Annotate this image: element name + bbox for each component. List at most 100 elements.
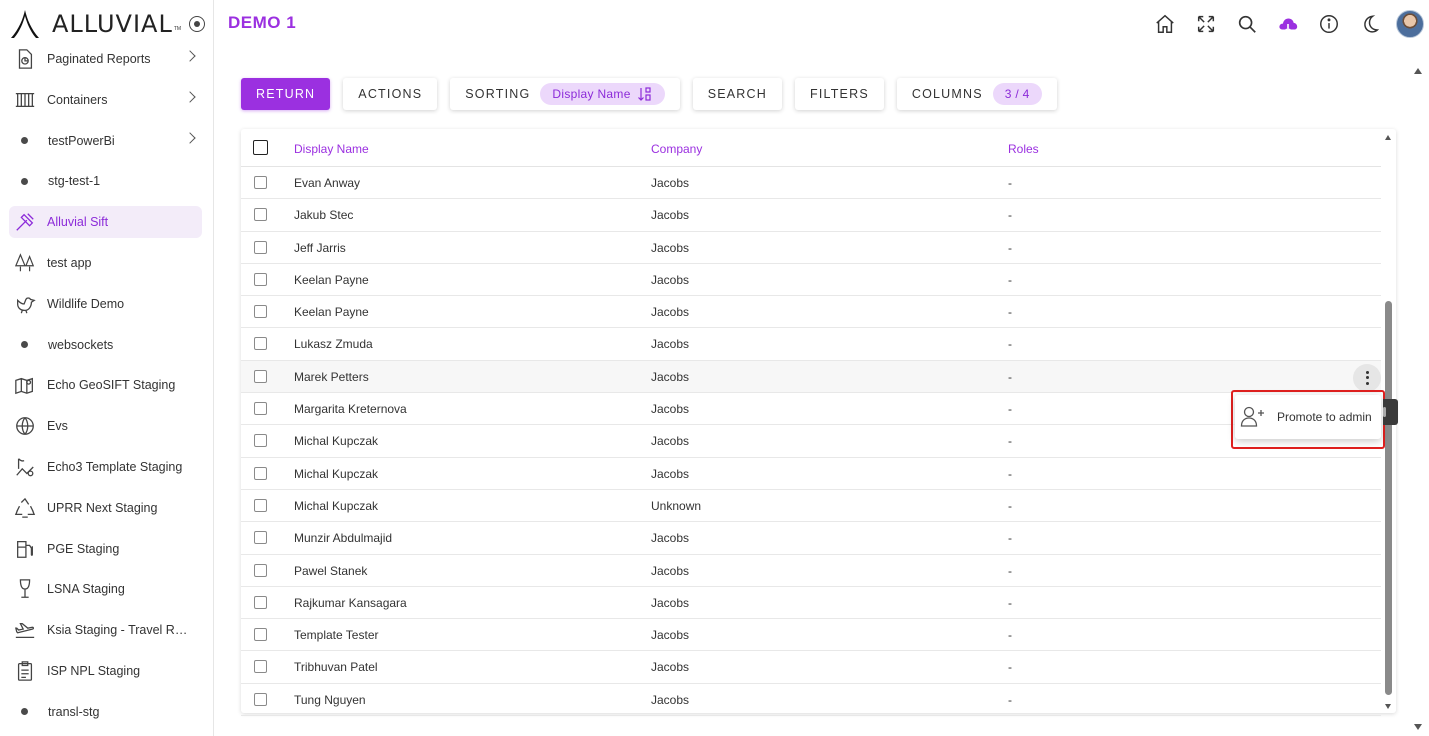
row-checkbox[interactable] — [254, 660, 267, 674]
row-checkbox[interactable] — [254, 531, 267, 545]
cell-company: Jacobs — [651, 176, 690, 190]
row-checkbox[interactable] — [254, 692, 267, 706]
column-header-company[interactable]: Company — [651, 142, 702, 156]
users-table: Display Name Company Roles Evan Anway Jac… — [241, 129, 1396, 717]
column-header-roles[interactable]: Roles — [1008, 142, 1039, 156]
scroll-up-arrow[interactable] — [1385, 135, 1391, 140]
table-row[interactable]: Jakub Stec Jacobs - — [241, 199, 1381, 232]
sidebar-item-lsna-staging[interactable]: LSNA Staging — [9, 573, 202, 605]
row-checkbox[interactable] — [254, 628, 267, 642]
row-checkbox[interactable] — [254, 434, 267, 448]
table-row[interactable]: Tribhuvan Patel Jacobs - — [241, 651, 1381, 684]
table-row[interactable]: Munzir Abdulmajid Jacobs - — [241, 522, 1381, 555]
sidebar-item-containers[interactable]: Containers — [9, 84, 202, 116]
row-checkbox[interactable] — [254, 563, 267, 577]
table-row[interactable]: Rajkumar Kansagara Jacobs - — [241, 587, 1381, 620]
page-scroll-down-arrow[interactable] — [1414, 724, 1422, 730]
table-row[interactable]: Jeff Jarris Jacobs - — [241, 232, 1381, 264]
sidebar-item-testpowerbi[interactable]: testPowerBi — [9, 125, 202, 157]
return-button[interactable]: RETURN — [241, 78, 331, 110]
cloud-icon[interactable] — [1272, 8, 1304, 40]
brand-logo[interactable]: ALLUVIAL TM — [10, 8, 181, 40]
promote-to-admin-menu-item[interactable]: Promote to admin — [1235, 395, 1381, 439]
user-avatar[interactable] — [1396, 10, 1424, 38]
scrollbar-thumb[interactable] — [1385, 301, 1392, 695]
table-row[interactable]: Template Tester Jacobs - — [241, 619, 1381, 652]
glass-icon — [12, 576, 38, 602]
page-scroll-up-arrow[interactable] — [1414, 68, 1422, 74]
row-checkbox[interactable] — [254, 272, 267, 286]
columns-button[interactable]: COLUMNS 3 / 4 — [896, 78, 1057, 110]
sidebar-item-label: PGE Staging — [47, 541, 120, 556]
brand-name: ALLUVIAL — [52, 10, 173, 38]
bullet-dot-icon — [21, 137, 28, 145]
chevron-right-icon[interactable] — [184, 131, 196, 144]
row-checkbox[interactable] — [254, 337, 267, 351]
table-row[interactable]: Michal Kupczak Unknown - — [241, 490, 1381, 523]
cell-display-name: Munzir Abdulmajid — [294, 531, 393, 546]
sidebar-item-ksia-staging-travel-requ[interactable]: Ksia Staging - Travel Requ... — [9, 614, 202, 646]
sidebar-item-uprr-next-staging[interactable]: UPRR Next Staging — [9, 492, 202, 524]
row-context-menu: Promote to admin — [1231, 390, 1385, 449]
cell-company: Jacobs — [651, 595, 690, 610]
sidebar-item-pge-staging[interactable]: PGE Staging — [9, 533, 202, 565]
select-all-checkbox[interactable] — [253, 140, 268, 155]
cell-company: Jacobs — [651, 628, 690, 643]
sidebar-item-paginated-reports[interactable]: Paginated Reports — [9, 43, 202, 75]
cell-display-name: Keelan Payne — [294, 272, 369, 287]
sidebar-item-test-app[interactable]: test app — [9, 247, 202, 279]
sidebar-item-isp-npl-staging[interactable]: ISP NPL Staging — [9, 655, 202, 687]
more-vertical-icon[interactable] — [1353, 363, 1381, 392]
column-header-display-name[interactable]: Display Name — [294, 142, 369, 156]
table-row[interactable]: Michal Kupczak Jacobs - — [241, 458, 1381, 490]
sidebar-item-echo-geosift-staging[interactable]: Echo GeoSIFT Staging — [9, 369, 202, 401]
row-checkbox[interactable] — [254, 176, 267, 189]
filters-button[interactable]: FILTERS — [794, 78, 884, 110]
sidebar-item-websockets[interactable]: websockets — [9, 329, 202, 361]
cell-roles: - — [1008, 369, 1012, 384]
table-row[interactable]: Michal Kupczak Jacobs - — [241, 425, 1381, 458]
moon-icon[interactable] — [1354, 8, 1386, 40]
sidebar-item-transl-stg[interactable]: transl-stg — [9, 696, 202, 728]
table-row[interactable]: Keelan Payne Jacobs - — [241, 296, 1381, 329]
sorting-chip[interactable]: Display Name — [540, 83, 665, 105]
scroll-down-arrow[interactable] — [1385, 704, 1391, 709]
row-checkbox[interactable] — [254, 305, 267, 319]
table-row[interactable]: Evan Anway Jacobs - — [241, 167, 1381, 200]
clipboard-icon — [12, 658, 38, 684]
table-row[interactable]: Marek Petters Jacobs - — [241, 360, 1381, 394]
columns-count-chip: 3 / 4 — [992, 83, 1042, 105]
row-checkbox[interactable] — [254, 369, 267, 383]
sidebar-item-evs[interactable]: Evs — [9, 410, 202, 442]
sidebar-item-alluvial-sift[interactable]: Alluvial Sift — [9, 206, 202, 239]
sidebar-item-wildlife-demo[interactable]: Wildlife Demo — [9, 288, 202, 320]
sidebar-item-echo3-template-staging[interactable]: Echo3 Template Staging — [9, 451, 202, 483]
table-row[interactable]: Tung Nguyen Jacobs - — [241, 684, 1381, 717]
sidebar-item-stg-test-1[interactable]: stg-test-1 — [9, 165, 202, 197]
table-row[interactable]: Lukasz Zmuda Jacobs - — [241, 328, 1381, 361]
chevron-right-icon[interactable] — [184, 91, 196, 103]
plane-icon — [12, 617, 38, 643]
table-row[interactable]: Pawel Stanek Jacobs - — [241, 555, 1381, 587]
cell-roles: - — [1008, 305, 1012, 320]
info-icon[interactable] — [1313, 8, 1345, 40]
page-title: DEMO 1 — [228, 13, 297, 32]
sorting-button[interactable]: SORTING Display Name — [450, 78, 680, 110]
chevron-right-icon[interactable] — [184, 50, 196, 62]
row-checkbox[interactable] — [254, 466, 267, 480]
brand-tm: TM — [173, 26, 182, 32]
search-button[interactable]: SEARCH — [692, 78, 782, 110]
sidebar-pin-icon[interactable] — [189, 16, 205, 32]
table-row[interactable]: Keelan Payne Jacobs - — [241, 264, 1381, 297]
actions-button[interactable]: ACTIONS — [343, 78, 438, 110]
home-icon[interactable] — [1149, 8, 1181, 40]
search-icon[interactable] — [1231, 8, 1263, 40]
row-checkbox[interactable] — [254, 402, 267, 416]
page-scrollbar[interactable] — [1414, 68, 1423, 730]
row-checkbox[interactable] — [254, 208, 267, 222]
row-checkbox[interactable] — [254, 498, 267, 512]
fullscreen-icon[interactable] — [1190, 8, 1222, 40]
row-checkbox[interactable] — [254, 595, 267, 609]
table-row[interactable]: Margarita Kreternova Jacobs - — [241, 393, 1381, 426]
row-checkbox[interactable] — [254, 240, 267, 254]
